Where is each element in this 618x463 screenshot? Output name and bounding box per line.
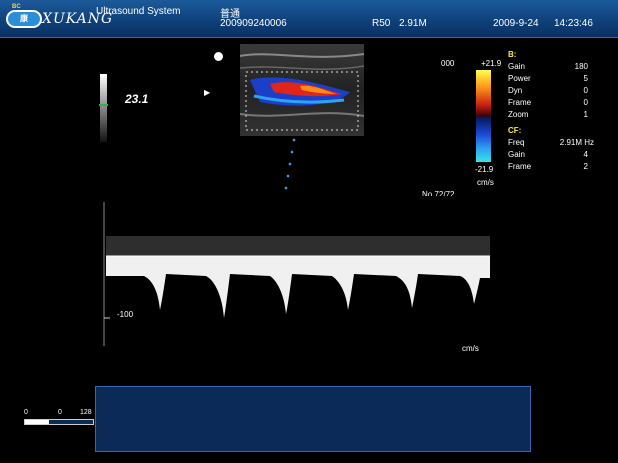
param-value: 0	[583, 98, 588, 107]
param-name: Power	[508, 74, 531, 83]
param-name: Gain	[508, 150, 525, 159]
slider-fill	[25, 420, 49, 424]
frequency-label: 2.91M	[399, 18, 427, 29]
title-bar: BC 康 XUKANG Ultrasound System 普通 2009092…	[0, 0, 618, 38]
param-name: Frame	[508, 162, 532, 171]
parameter-panel: B: Gain 180 Power 5 Dyn 0 Frame 0 Zoom 1…	[504, 50, 616, 180]
param-value: 0	[583, 86, 588, 95]
time-label: 14:23:46	[554, 18, 593, 29]
param-name: Dyn	[508, 86, 523, 95]
frame-counter: 000	[441, 59, 455, 68]
param-value: 1	[583, 110, 588, 119]
param-value: 2.91M Hz	[559, 138, 594, 147]
b-section-label: B:	[508, 50, 517, 59]
param-name: Freq	[508, 138, 525, 147]
param-name: Frame	[508, 98, 532, 107]
depth-arrow-icon: ▶	[204, 88, 211, 97]
system-title: Ultrasound System	[96, 6, 181, 17]
level-slider[interactable]	[24, 419, 94, 425]
param-value: 180	[574, 62, 588, 71]
spectral-doppler-trace	[100, 196, 496, 352]
cf-section-label: CF:	[508, 126, 522, 135]
param-name: Zoom	[508, 110, 529, 119]
color-scale-max: +21.9	[481, 59, 502, 68]
doppler-unit: cm/s	[462, 344, 479, 353]
logo-badge: 康	[6, 10, 42, 28]
color-scale-min: -21.9	[475, 165, 494, 174]
slider-min-label: 0	[24, 409, 28, 416]
param-value: 2	[583, 162, 588, 171]
patient-id: 200909240006	[220, 18, 287, 29]
param-value: 4	[583, 150, 588, 159]
slider-mid-label: 0	[58, 409, 62, 416]
grayscale-bar	[100, 74, 107, 142]
date-label: 2009-9-24	[493, 18, 539, 29]
doppler-noise-band	[106, 236, 490, 256]
brand-logo: BC 康 XUKANG	[6, 4, 112, 32]
probe-label: R50	[372, 18, 391, 29]
doppler-scale-label: -100	[117, 310, 134, 319]
param-name: Gain	[508, 62, 525, 71]
depth-value: 23.1	[125, 92, 149, 106]
grayscale-marker	[99, 104, 108, 106]
slider-max-label: 128	[80, 409, 92, 416]
doppler-cursor-line	[284, 138, 296, 190]
color-scale-unit: cm/s	[477, 178, 494, 187]
param-value: 5	[583, 74, 588, 83]
color-flow-scale-bar	[476, 70, 491, 162]
comment-panel[interactable]	[95, 386, 531, 452]
focus-marker	[214, 52, 223, 61]
bmode-color-image	[240, 44, 364, 136]
